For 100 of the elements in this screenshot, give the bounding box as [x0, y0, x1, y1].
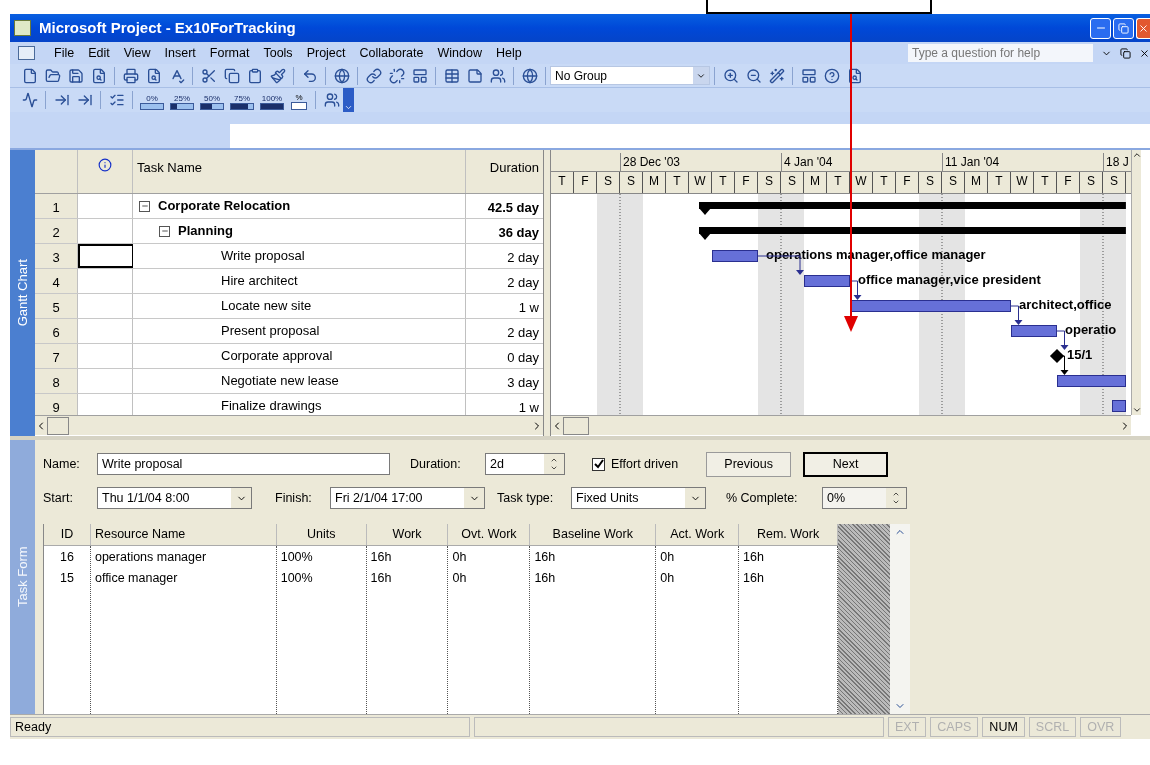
column-header[interactable]: Baseline Work — [530, 524, 657, 545]
row-number: 9 — [35, 394, 78, 415]
close-icon[interactable] — [1139, 47, 1150, 59]
duration-cell-text: 3 day — [506, 374, 540, 392]
duration-field[interactable]: 2d — [485, 453, 565, 475]
restore-icon[interactable] — [1120, 47, 1131, 59]
percent-complete-button[interactable]: 25% — [167, 89, 197, 111]
day-label: M — [965, 172, 988, 193]
day-label: T — [827, 172, 850, 193]
menu-item[interactable]: Collaborate — [352, 43, 431, 63]
task-bar[interactable] — [1057, 375, 1126, 387]
table-cell-text: 16h — [533, 570, 557, 587]
menu-item[interactable]: View — [116, 43, 158, 63]
column-header[interactable]: Task Name — [133, 150, 466, 193]
percent-complete-button[interactable]: 75% — [227, 89, 257, 111]
column-header[interactable]: Ovt. Work — [448, 524, 531, 545]
menu-item[interactable]: Tools — [256, 43, 300, 63]
percent-complete-field[interactable]: 0% — [822, 487, 907, 509]
status-indicator: SCRL — [1028, 717, 1077, 737]
previous-button[interactable]: Previous — [706, 451, 792, 477]
bar-label: operatio — [1065, 323, 1117, 337]
help-field[interactable]: Type a question for help — [908, 44, 1093, 62]
menu-item[interactable]: File — [47, 43, 82, 63]
bar-label: office manager,vice president — [858, 273, 1041, 287]
column-header[interactable]: Act. Work — [656, 524, 740, 545]
day-label: S — [1103, 172, 1126, 193]
day-label: S — [597, 172, 620, 193]
menu-item[interactable]: Insert — [157, 43, 203, 63]
status-indicator: OVR — [1080, 717, 1122, 737]
bar-label: 15/1 — [1067, 348, 1093, 362]
entry-field[interactable] — [230, 124, 1150, 148]
finish-select[interactable]: Fri 2/1/04 17:00 — [330, 487, 485, 509]
menu-item[interactable]: Window — [430, 43, 489, 63]
task-bar[interactable] — [1112, 400, 1126, 412]
task-name: Planning — [178, 222, 233, 241]
restore-button[interactable] — [1113, 17, 1134, 39]
row-number: 5 — [35, 294, 78, 318]
check-icon — [593, 459, 604, 469]
app-icon — [14, 20, 31, 36]
checkbox-label: Effort driven — [611, 455, 679, 473]
task-bar[interactable] — [850, 300, 1011, 312]
restore-icon — [1118, 22, 1129, 34]
table-cell-text: 15 — [59, 570, 75, 587]
task-type-select[interactable]: Fixed Units — [571, 487, 706, 509]
table-cell-text: 16 — [59, 549, 75, 566]
column-header[interactable]: Duration — [466, 150, 543, 193]
info-icon — [98, 158, 112, 172]
menu-item[interactable]: Help — [488, 43, 529, 63]
scroll-thumb[interactable] — [47, 416, 69, 435]
day-label: S — [620, 172, 643, 193]
column-header[interactable]: Rem. Work — [739, 524, 838, 545]
summary-bar[interactable] — [699, 227, 1126, 241]
start-select[interactable]: Thu 1/1/04 8:00 — [97, 487, 252, 509]
field-label: % Complete: — [726, 489, 799, 507]
status-indicator: NUM — [982, 717, 1025, 737]
field-label: Finish: — [275, 489, 313, 507]
duration-cell-text: 2 day — [506, 249, 540, 267]
percent-complete-button[interactable]: 0% — [137, 89, 167, 111]
collapse-icon[interactable] — [139, 200, 150, 212]
name-field[interactable]: Write proposal — [97, 453, 390, 475]
column-header[interactable]: ID — [44, 524, 91, 545]
table-cell-text: 16h — [742, 549, 765, 566]
day-label: T — [1034, 172, 1057, 193]
table-cell-text: 0h — [451, 549, 468, 566]
day-label: T — [988, 172, 1011, 193]
table-cell-text: 0h — [451, 570, 468, 587]
group-select[interactable]: No Group — [550, 66, 710, 85]
menu-item[interactable]: Format — [202, 43, 257, 63]
minimize-button[interactable] — [1090, 17, 1111, 39]
task-bar[interactable] — [804, 275, 850, 287]
document-icon[interactable] — [18, 46, 35, 60]
scroll-thumb[interactable] — [563, 416, 589, 435]
scroll-down-icon[interactable] — [1131, 405, 1142, 415]
menu-item[interactable]: Edit — [81, 43, 117, 63]
close-button[interactable] — [1136, 17, 1150, 39]
column-header[interactable]: Work — [366, 524, 449, 545]
field-label: Start: — [43, 489, 74, 507]
duration-cell-text: 42.5 day — [486, 199, 540, 217]
pane-splitter[interactable] — [543, 150, 551, 436]
summary-bar[interactable] — [699, 202, 1126, 216]
task-bar[interactable] — [712, 250, 758, 262]
indicator-cell[interactable] — [78, 244, 133, 268]
day-label: S — [942, 172, 965, 193]
percent-complete-button[interactable]: 50% — [197, 89, 227, 111]
effort-driven-checkbox[interactable] — [592, 457, 605, 471]
scroll-up-icon[interactable] — [1131, 150, 1142, 160]
collapse-icon[interactable] — [159, 225, 170, 237]
task-name: Negotiate new lease — [221, 372, 339, 391]
view-label[interactable]: Gantt Chart — [12, 259, 33, 327]
column-header[interactable]: Units — [276, 524, 367, 545]
day-label: W — [1011, 172, 1034, 193]
day-label: F — [896, 172, 919, 193]
next-button[interactable]: Next — [803, 451, 889, 477]
task-bar[interactable] — [1011, 325, 1057, 337]
column-header[interactable]: Resource Name — [90, 524, 277, 545]
update-tasks-button[interactable]: % — [287, 89, 311, 111]
menu-item[interactable]: Project — [299, 43, 353, 63]
percent-complete-button[interactable]: 100% — [257, 89, 287, 111]
task-name: Present proposal — [221, 322, 320, 341]
vertical-scrollbar[interactable] — [1131, 150, 1141, 415]
